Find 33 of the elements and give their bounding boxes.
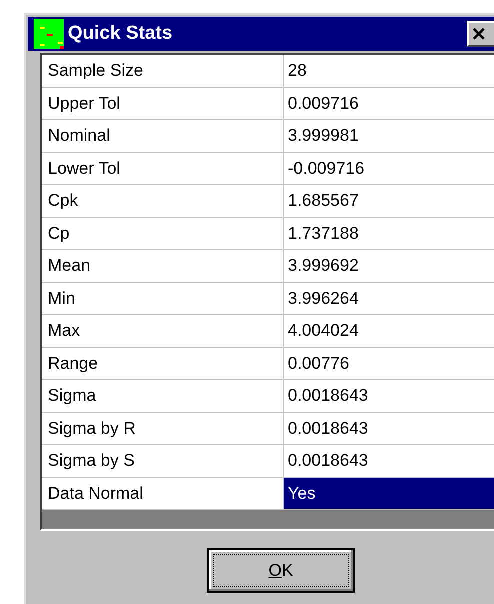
- stat-value[interactable]: 0.00776: [284, 348, 494, 379]
- stat-value[interactable]: 0.009716: [284, 88, 494, 119]
- stat-label: Sigma by R: [42, 412, 284, 444]
- stat-value[interactable]: 3.999692: [284, 250, 494, 282]
- stat-label: Mean: [42, 250, 284, 282]
- stat-value[interactable]: 0.0018643: [284, 445, 494, 476]
- stat-value[interactable]: 0.0018643: [284, 380, 494, 412]
- stat-label: Sigma by S: [42, 445, 284, 476]
- stat-label: Max: [42, 315, 284, 346]
- stat-value[interactable]: -0.009716: [284, 152, 494, 184]
- close-icon: [473, 28, 485, 40]
- stat-label: Cp: [42, 218, 284, 249]
- stat-label: Data Normal: [42, 478, 284, 509]
- stat-value[interactable]: Yes: [284, 478, 494, 509]
- stat-label: Min: [42, 282, 284, 314]
- stat-value[interactable]: 3.996264: [284, 282, 494, 314]
- stat-value[interactable]: 4.004024: [284, 315, 494, 346]
- stat-value[interactable]: 3.999981: [284, 120, 494, 152]
- stat-value[interactable]: 1.685567: [284, 185, 494, 216]
- stat-value[interactable]: 1.737188: [284, 218, 494, 249]
- stat-label: Nominal: [42, 120, 284, 152]
- stat-label: Sigma: [42, 380, 284, 412]
- stat-label: Range: [42, 348, 284, 379]
- stat-label: Cpk: [42, 185, 284, 216]
- stat-label: Sample Size: [42, 55, 284, 86]
- stat-value[interactable]: 28: [284, 55, 494, 86]
- window-title: Quick Stats: [68, 22, 173, 46]
- stat-label: Lower Tol: [42, 152, 284, 184]
- stat-value[interactable]: 0.0018643: [284, 412, 494, 444]
- stat-label: Upper Tol: [42, 88, 284, 119]
- app-icon: [34, 19, 64, 49]
- ok-button[interactable]: OK: [207, 548, 355, 593]
- close-button[interactable]: [467, 21, 494, 47]
